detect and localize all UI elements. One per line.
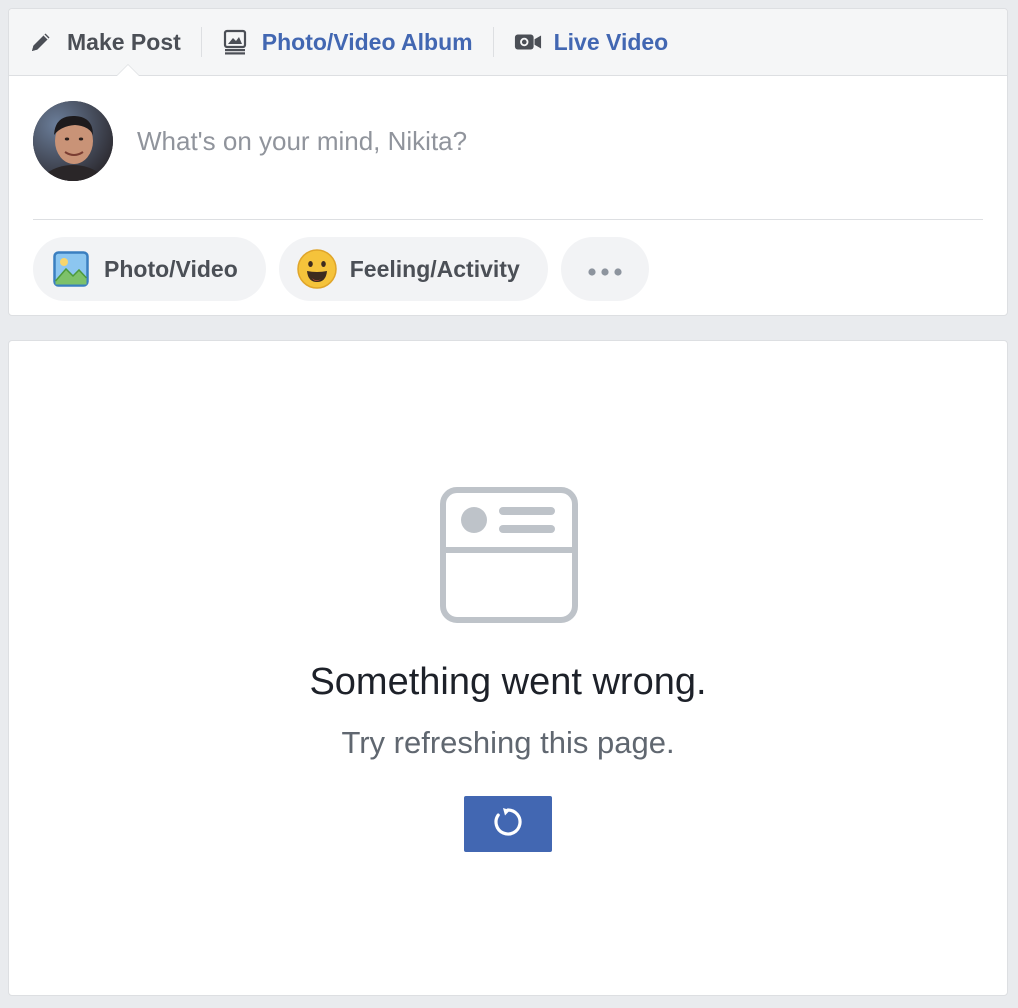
more-icon <box>587 256 623 283</box>
tab-photo-video-album-label: Photo/Video Album <box>261 28 473 55</box>
post-composer: Make Post Photo/Video Album Live Video W… <box>8 8 1008 316</box>
tab-live-video-label: Live Video <box>553 28 669 55</box>
composer-tabs: Make Post Photo/Video Album Live Video <box>9 9 1007 76</box>
tab-live-video[interactable]: Live Video <box>514 28 669 56</box>
refresh-icon <box>491 805 525 844</box>
avatar[interactable] <box>33 101 113 181</box>
error-subtitle: Try refreshing this page. <box>341 725 675 760</box>
tab-photo-video-album[interactable]: Photo/Video Album <box>222 28 473 56</box>
pencil-icon <box>27 28 55 56</box>
error-title: Something went wrong. <box>309 661 707 703</box>
feeling-activity-button[interactable]: Feeling/Activity <box>278 237 548 301</box>
refresh-button[interactable] <box>464 796 552 852</box>
photo-video-button[interactable]: Photo/Video <box>33 237 266 301</box>
smiley-face-icon <box>297 249 337 289</box>
feeling-activity-label: Feeling/Activity <box>349 255 520 282</box>
tab-make-post[interactable]: Make Post <box>27 28 181 56</box>
composer-actions: Photo/Video Feeling/Activity <box>9 220 1007 301</box>
tab-divider <box>492 27 494 57</box>
tab-divider <box>200 27 202 57</box>
tab-make-post-label: Make Post <box>67 28 181 55</box>
post-input[interactable]: What's on your mind, Nikita? <box>137 126 467 157</box>
more-options-button[interactable] <box>560 237 649 301</box>
active-tab-caret-fill <box>117 65 139 76</box>
video-camera-icon <box>514 28 542 56</box>
error-card: Something went wrong. Try refreshing thi… <box>8 340 1008 996</box>
photo-video-label: Photo/Video <box>104 255 238 282</box>
photo-album-icon <box>222 28 250 56</box>
composer-body: What's on your mind, Nikita? <box>9 76 1007 181</box>
feed-story-icon <box>440 487 578 630</box>
photo-icon <box>51 249 91 289</box>
